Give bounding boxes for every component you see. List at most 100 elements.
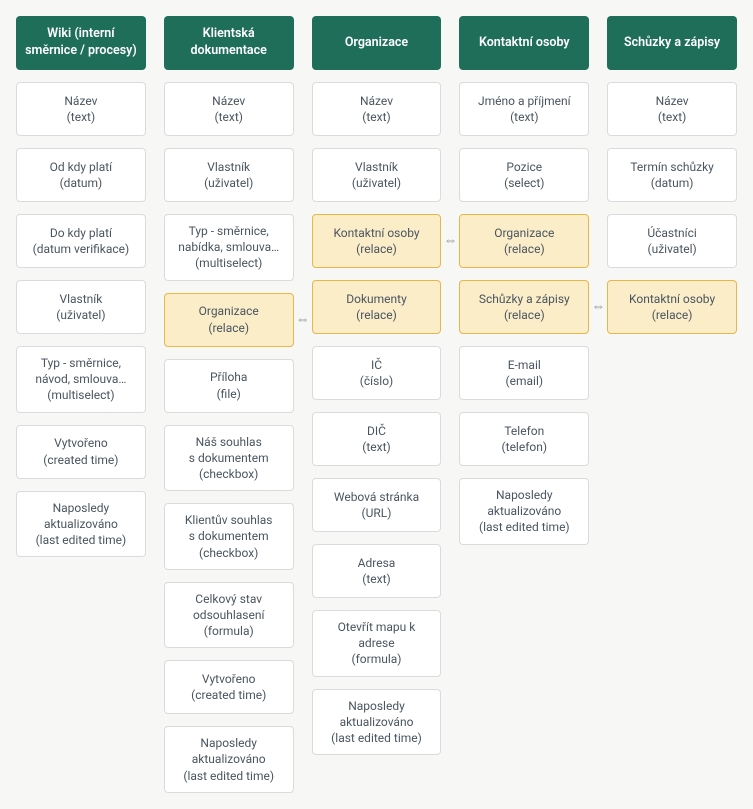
field-cell: IČ(číslo) [312,346,442,400]
cell-line: (select) [504,175,544,191]
cell-line: (uživatel) [56,307,105,323]
relation-arrow-icon: ⇔ [296,310,310,329]
cell-line: Celkový stav [195,591,262,607]
field-cell: Název(text) [164,82,294,136]
field-cell-relation: Organizace(relace) [459,214,589,268]
cell-line: (last edited time) [479,519,570,535]
field-cell: Telefon(telefon) [459,412,589,466]
field-cell: Termín schůzky(datum) [607,148,737,202]
cell-line: Organizace [494,225,554,241]
cell-line: (last edited time) [331,730,422,746]
cell-line: (last edited time) [183,768,274,784]
cell-line: Telefon [504,423,544,439]
cell-line: (multiselect) [47,387,114,403]
field-cell: Webová stránka(URL) [312,478,442,532]
field-cell: Vytvořeno(created time) [164,660,294,714]
cell-line: IČ [371,357,382,373]
field-cell-relation: Organizace(relace)⇔ [164,293,294,347]
cell-line: (uživatel) [352,175,401,191]
cell-line: aktualizováno [340,714,414,730]
cell-line: (relace) [356,241,397,257]
column-header: Organizace [312,16,442,70]
cell-line: nabídka, smlouva… [178,239,279,255]
cell-line: Otevřít mapu k [338,619,416,635]
cell-line: Účastníci [647,225,697,241]
cell-line: s dokumentem [189,450,269,466]
field-cell: DIČ(text) [312,412,442,466]
relation-arrow-icon: ⇔ [591,298,605,317]
cell-line: (relace) [504,307,545,323]
cell-line: (datum) [651,175,694,191]
cell-line: E-mail [508,357,541,373]
field-cell: Otevřít mapu kadrese(formula) [312,610,442,677]
cell-line: Název [212,93,245,109]
field-cell-relation: Kontaktní osoby(relace)⇔ [312,214,442,268]
cell-line: Vlastník [355,159,398,175]
cell-line: Vlastník [59,291,102,307]
field-cell: Typ - směrnice,nabídka, smlouva…(multise… [164,214,294,281]
cell-line: Příloha [210,369,248,385]
cell-line: Organizace [199,303,259,319]
cell-line: (relace) [356,307,397,323]
cell-line: (číslo) [360,373,394,389]
cell-line: (multiselect) [195,255,262,271]
field-cell: Název(text) [312,82,442,136]
cell-line: (text) [510,109,538,125]
diagram-grid: Wiki (interní směrnice / procesy)Název(t… [16,16,737,793]
cell-line: Kontaktní osoby [333,225,419,241]
field-cell: Vlastník(uživatel) [312,148,442,202]
field-cell: Naposledyaktualizováno(last edited time) [312,689,442,756]
cell-line: Naposledy [200,735,257,751]
cell-line: aktualizováno [192,751,266,767]
field-cell: Naposledyaktualizováno(last edited time) [164,726,294,793]
field-cell: Do kdy platí(datum verifikace) [16,214,146,268]
cell-line: adrese [358,635,394,651]
column-header: Klientská dokumentace [164,16,294,70]
cell-line: Název [656,93,689,109]
column-2: OrganizaceNázev(text)Vlastník(uživatel)K… [312,16,442,755]
field-cell: Název(text) [607,82,737,136]
cell-line: Vytvořeno [54,435,108,451]
field-cell: Jméno a příjmení(text) [459,82,589,136]
field-cell: Název(text) [16,82,146,136]
field-cell: Naposledyaktualizováno(last edited time) [459,478,589,545]
field-cell: Příloha(file) [164,359,294,413]
field-cell-relation: Schůzky a zápisy(relace)⇔ [459,280,589,334]
column-4: Schůzky a zápisyNázev(text)Termín schůzk… [607,16,737,334]
field-cell: Od kdy platí(datum) [16,148,146,202]
column-0: Wiki (interní směrnice / procesy) Název(t… [16,16,146,557]
column-header: Wiki (interní směrnice / procesy) [16,16,146,70]
cell-line: Vlastník [207,159,250,175]
cell-line: (last edited time) [36,532,127,548]
cell-line: (text) [362,109,390,125]
cell-line: Náš souhlas [196,434,262,450]
cell-line: (file) [217,386,241,402]
cell-line: Kontaktní osoby [629,291,715,307]
cell-line: (checkbox) [199,545,258,561]
field-cell: Naposledyaktualizováno(last edited time) [16,491,146,558]
cell-line: Klientův souhlas [185,512,273,528]
cell-line: (telefon) [502,439,548,455]
cell-line: (uživatel) [204,175,253,191]
cell-line: Schůzky a zápisy [479,291,570,307]
field-cell: E-mail(email) [459,346,589,400]
field-cell: Klientův souhlass dokumentem(checkbox) [164,503,294,570]
cell-line: (datum verifikace) [33,241,130,257]
cell-line: Název [360,93,393,109]
cell-line: (text) [362,439,390,455]
field-cell: Adresa(text) [312,544,442,598]
cell-line: aktualizováno [44,516,118,532]
cell-line: (checkbox) [199,466,258,482]
column-1: Klientská dokumentace Název(text) Vlastník… [164,16,294,793]
field-cell-relation: Kontaktní osoby(relace) [607,280,737,334]
cell-line: Do kdy platí [50,225,112,241]
cell-line: Název [64,93,97,109]
cell-line: (text) [214,109,242,125]
cell-line: (formula) [204,623,254,639]
field-cell: Vlastník(uživatel) [16,280,146,334]
cell-line: Jméno a příjmení [478,93,571,109]
cell-line: odsouhlasení [193,607,264,623]
cell-line: Typ - směrnice, [189,223,269,239]
cell-line: Adresa [358,555,396,571]
cell-line: Naposledy [496,487,553,503]
